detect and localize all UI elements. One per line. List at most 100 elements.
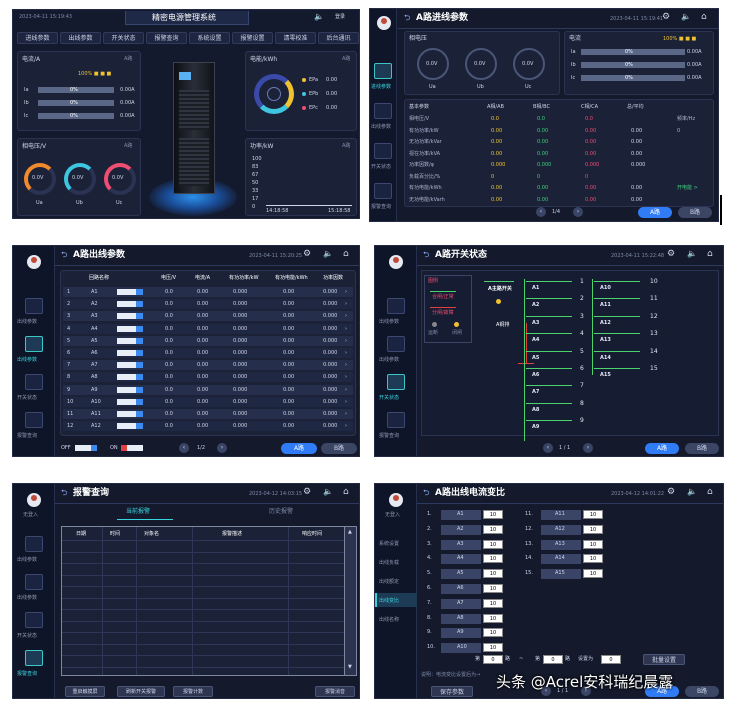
nav-item-label[interactable]: 报警查询 [17,432,37,439]
row-detail-icon[interactable]: › [345,348,347,358]
ratio-input[interactable]: 10 [483,598,503,608]
speaker-icon[interactable]: 🔈 [323,250,333,258]
home-icon[interactable]: ⌂ [701,13,707,22]
top-tab[interactable]: 开关状态 [103,32,144,44]
scroll-up-icon[interactable]: ▲ [348,530,352,535]
speaker-icon[interactable]: 🔈 [314,13,324,21]
a-route-button[interactable]: A路 [638,207,672,218]
gear-icon[interactable]: ⚙ [662,13,670,22]
batch-set-button[interactable]: 批量设置 [643,654,685,665]
top-tab[interactable]: 系统设置 [189,32,230,44]
row-detail-icon[interactable]: › [345,299,347,309]
scrollbar[interactable]: ▲ ▼ [344,527,356,675]
a-route-button[interactable]: A路 [645,443,679,454]
row-detail-icon[interactable]: › [345,324,347,334]
nav-icon[interactable] [387,412,405,428]
ratio-input[interactable]: 10 [483,628,503,638]
back-icon[interactable]: ⮌ [423,489,429,497]
ratio-input[interactable]: 10 [583,510,603,519]
row-detail-icon[interactable]: › [345,336,347,346]
nav-icon[interactable] [25,612,43,628]
nav-item-label[interactable]: 出线参数 [17,556,37,563]
action-button[interactable]: 报警消音 [315,686,355,697]
batch-from-input[interactable]: 0 [483,655,503,664]
prev-page-button[interactable]: ‹ [536,207,546,217]
top-tab[interactable]: 出线参数 [60,32,101,44]
nav-item-label[interactable]: 出线参数 [17,318,37,325]
row-detail-icon[interactable]: › [345,385,347,395]
row-detail-icon[interactable]: › [345,397,347,407]
speaker-icon[interactable]: 🔈 [687,250,697,258]
back-icon[interactable]: ⮌ [404,14,410,22]
ratio-input[interactable]: 10 [583,569,603,579]
nav-icon[interactable] [387,374,405,390]
nav-icon[interactable] [25,536,43,552]
speaker-icon[interactable]: 🔈 [687,488,697,496]
nav-icon[interactable] [387,336,405,352]
action-button[interactable]: 报警计数 [173,686,213,697]
top-tab[interactable]: 后台通讯 [318,32,359,44]
nav-item-label[interactable]: 出线负载 [379,559,399,566]
back-icon[interactable]: ⮌ [61,489,67,497]
nav-icon[interactable] [25,298,43,314]
nav-item-label[interactable]: 开关状态 [17,632,37,639]
back-icon[interactable]: ⮌ [423,251,429,259]
b-route-button[interactable]: B路 [321,443,357,454]
nav-item-label[interactable]: 出线变比 [379,597,399,604]
nav-icon[interactable] [25,374,43,390]
extra-value[interactable]: 开电能 > [677,183,698,193]
ratio-input[interactable]: 10 [583,524,603,534]
speaker-icon[interactable]: 🔈 [323,488,333,496]
b-route-button[interactable]: B路 [685,443,719,454]
nav-item-label[interactable]: 出线参数 [17,356,37,363]
nav-icon[interactable] [25,336,43,352]
next-page-button[interactable]: › [217,443,227,453]
ratio-input[interactable]: 10 [483,510,503,519]
nav-item-label[interactable]: 出线参数 [379,356,399,363]
nav-icon[interactable] [374,63,392,79]
nav-item-label[interactable]: 报警查询 [17,670,37,677]
ratio-input[interactable]: 10 [483,569,503,579]
prev-page-button[interactable]: ‹ [179,443,189,453]
ratio-input[interactable]: 10 [483,613,503,623]
b-route-button[interactable]: B路 [678,207,712,218]
nav-icon[interactable] [387,298,405,314]
nav-item-label[interactable]: 出线名称 [379,616,399,623]
action-button[interactable]: 重启触摸屏 [65,686,105,697]
action-button[interactable]: 刷新开关报警 [117,686,165,697]
home-icon[interactable]: ⌂ [707,488,713,497]
gear-icon[interactable]: ⚙ [303,250,311,259]
back-icon[interactable]: ⮌ [61,251,67,259]
row-detail-icon[interactable]: › [345,287,347,297]
ratio-input[interactable]: 10 [483,554,503,564]
home-icon[interactable]: ⌂ [343,250,349,259]
batch-to-input[interactable]: 0 [543,655,563,664]
nav-item-label[interactable]: 报警查询 [371,203,391,210]
ratio-input[interactable]: 10 [483,643,503,653]
a-route-button[interactable]: A路 [281,443,317,454]
home-icon[interactable]: ⌂ [707,250,713,259]
nav-item-label[interactable]: 开关状态 [379,394,399,401]
ratio-input[interactable]: 10 [483,524,503,534]
nav-item-label[interactable]: 进线参数 [371,83,391,90]
row-detail-icon[interactable]: › [345,311,347,321]
ratio-input[interactable]: 10 [583,554,603,564]
top-tab[interactable]: 报警设置 [232,32,273,44]
row-detail-icon[interactable]: › [345,360,347,370]
nav-icon[interactable] [25,650,43,666]
row-detail-icon[interactable]: › [345,372,347,382]
top-tab[interactable]: 进线参数 [17,32,58,44]
gear-icon[interactable]: ⚙ [303,488,311,497]
tab-current-alarm[interactable]: 当前报警 [126,509,150,515]
nav-item-label[interactable]: 开关状态 [371,163,391,170]
top-tab[interactable]: 清零校准 [275,32,316,44]
gear-icon[interactable]: ⚙ [667,250,675,259]
gear-icon[interactable]: ⚙ [667,488,675,497]
nav-item-label[interactable]: 报警查询 [379,432,399,439]
nav-icon[interactable] [25,574,43,590]
login-button[interactable]: 登录 [335,15,345,20]
speaker-icon[interactable]: 🔈 [681,13,691,21]
home-icon[interactable]: ⌂ [343,488,349,497]
ratio-input[interactable]: 10 [483,539,503,549]
nav-icon[interactable] [25,412,43,428]
